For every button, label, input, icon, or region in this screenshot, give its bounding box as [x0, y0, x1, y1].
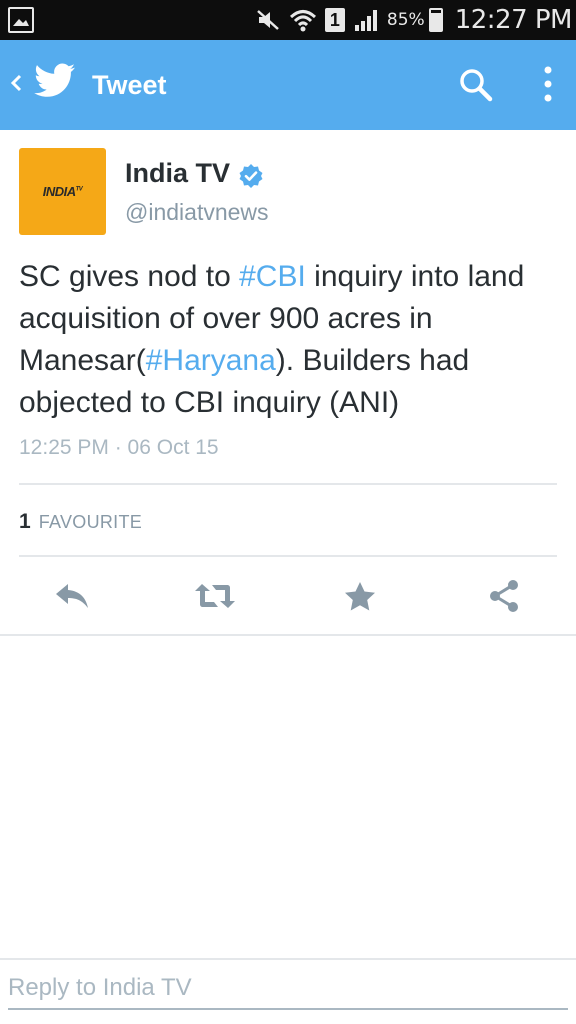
favourite-star-icon[interactable] [338, 574, 382, 618]
reply-icon[interactable] [50, 574, 94, 618]
favourite-count: 1 [19, 510, 31, 533]
tweet-text-part: SC gives nod to [19, 260, 240, 293]
status-bar: 1 85% 12:27 PM [0, 0, 576, 40]
author-handle[interactable]: @indiatvnews [125, 199, 269, 226]
author-name[interactable]: India TV [125, 158, 230, 189]
wifi-icon [289, 7, 317, 33]
twitter-bird-icon[interactable] [34, 63, 76, 99]
favourites-stat[interactable]: 1 FAVOURITE [19, 510, 142, 536]
gallery-notification-icon [8, 7, 34, 33]
app-bar: Tweet [0, 40, 576, 130]
verified-badge-icon [238, 163, 264, 189]
hashtag-link[interactable]: #Haryana [146, 344, 276, 377]
battery-level-fill [430, 13, 441, 30]
status-time: 12:27 PM [454, 5, 573, 35]
chevron-left-icon[interactable] [8, 68, 28, 98]
sim-slot-number: 1 [324, 8, 345, 32]
battery-percent: 85% [386, 10, 425, 30]
avatar-logo-text: INDIATV [42, 184, 83, 199]
hashtag-link[interactable]: #CBI [239, 260, 306, 293]
share-icon[interactable] [482, 574, 526, 618]
divider [0, 634, 576, 636]
signal-strength-icon [353, 8, 379, 32]
reply-bar [0, 958, 576, 1024]
avatar[interactable]: INDIATV [19, 148, 106, 235]
search-icon[interactable] [456, 64, 496, 104]
battery-icon [428, 8, 443, 32]
app-bar-title: Tweet [92, 70, 167, 100]
mute-icon [255, 8, 281, 32]
sim-slot-indicator: 1 [324, 8, 345, 32]
favourite-label: FAVOURITE [38, 512, 143, 532]
more-vertical-icon[interactable] [536, 64, 560, 104]
divider [19, 483, 557, 485]
retweet-icon[interactable] [193, 574, 237, 618]
tweet-text: SC gives nod to #CBI inquiry into land a… [19, 256, 564, 424]
reply-input[interactable] [8, 968, 568, 1010]
divider [19, 555, 557, 557]
tweet-timestamp: 12:25 PM · 06 Oct 15 [19, 436, 219, 459]
